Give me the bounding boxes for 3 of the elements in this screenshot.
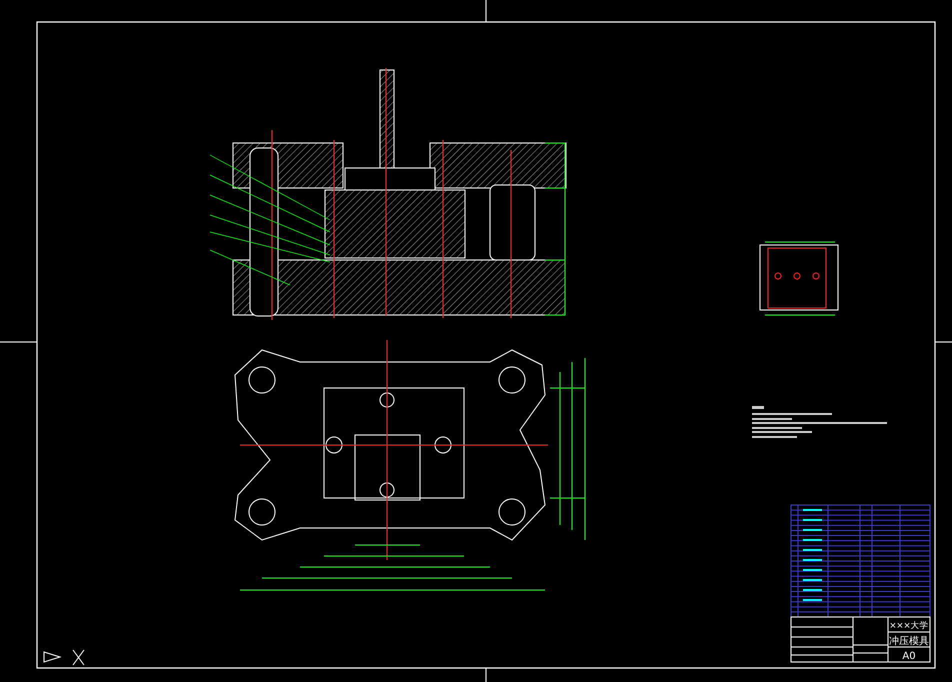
drawing-title: 冲压模具 bbox=[889, 636, 929, 647]
sheet-size: A0 bbox=[902, 651, 916, 662]
school-name: ×××大学 bbox=[889, 621, 929, 631]
